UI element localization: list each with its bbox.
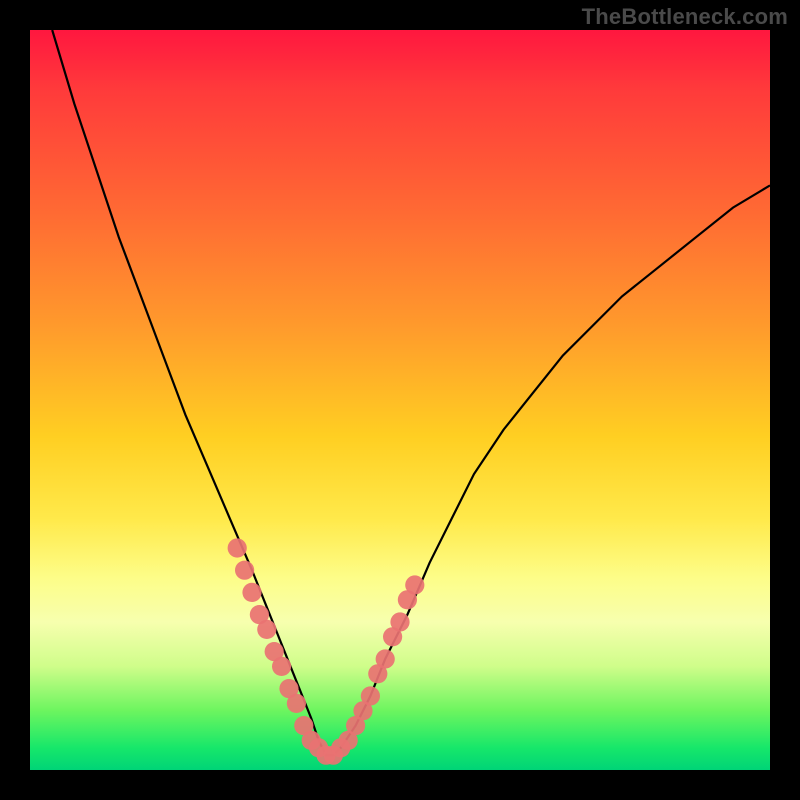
marker-group — [228, 538, 425, 764]
chart-frame: TheBottleneck.com — [0, 0, 800, 800]
marker-point — [228, 538, 247, 557]
watermark-text: TheBottleneck.com — [582, 4, 788, 30]
marker-point — [405, 575, 424, 594]
marker-point — [235, 561, 254, 580]
bottleneck-curve — [52, 30, 770, 755]
marker-point — [376, 649, 395, 668]
marker-point — [361, 686, 380, 705]
marker-point — [272, 657, 291, 676]
marker-point — [287, 694, 306, 713]
marker-point — [242, 583, 261, 602]
plot-area — [30, 30, 770, 770]
marker-point — [257, 620, 276, 639]
plot-overlay — [30, 30, 770, 770]
marker-point — [390, 612, 409, 631]
